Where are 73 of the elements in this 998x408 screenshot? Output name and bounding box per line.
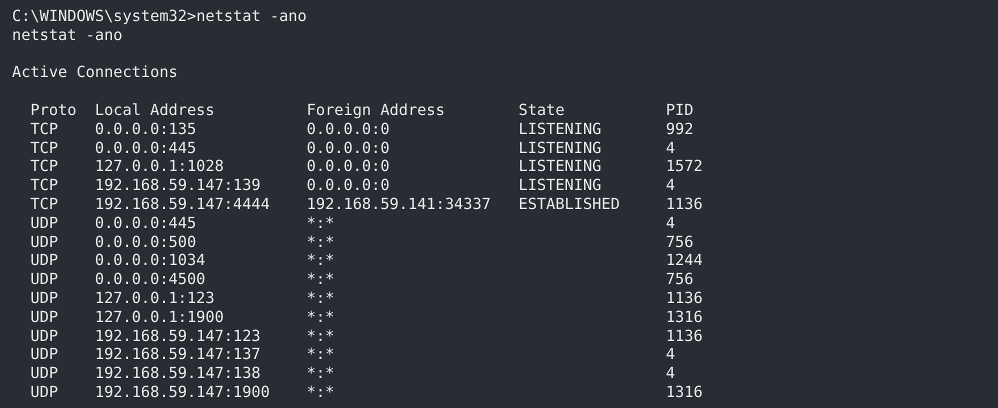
table-cell: UDP <box>30 232 58 252</box>
table-cell: *:* <box>306 214 334 233</box>
table-cell: 0.0.0.0:0 <box>306 120 390 139</box>
table-cell: 192.168.59.147:4444 <box>94 194 270 214</box>
table-cell: *:* <box>306 270 334 289</box>
table-cell: 1136 <box>666 194 703 214</box>
table-cell: TCP <box>30 138 58 158</box>
table-cell: TCP <box>30 157 58 176</box>
table-cell: UDP <box>30 308 58 327</box>
table-cell: UDP <box>30 326 58 346</box>
table-cell: LISTENING <box>518 176 602 195</box>
column-header: Local Address <box>94 100 215 120</box>
table-cell: 0.0.0.0:0 <box>306 176 390 195</box>
table-cell: 1572 <box>666 157 703 176</box>
table-cell: 0.0.0.0:445 <box>94 214 196 233</box>
table-cell: 0.0.0.0:0 <box>306 157 390 176</box>
column-header: Proto <box>30 100 76 120</box>
column-header: Foreign Address <box>306 100 445 120</box>
table-cell: ESTABLISHED <box>518 194 620 214</box>
table-cell: 0.0.0.0:4500 <box>94 270 206 289</box>
table-cell: *:* <box>306 232 334 252</box>
table-cell: UDP <box>30 251 58 270</box>
table-cell: 0.0.0.0:445 <box>94 138 196 158</box>
table-cell: *:* <box>306 364 334 383</box>
table-cell: 992 <box>666 120 694 139</box>
table-cell: 4 <box>666 345 676 364</box>
table-cell: 127.0.0.1:1900 <box>94 308 224 327</box>
table-cell: 1316 <box>666 382 703 402</box>
table-cell: *:* <box>306 326 334 346</box>
table-cell: UDP <box>30 270 58 289</box>
table-cell: 127.0.0.1:123 <box>94 288 215 308</box>
table-cell: 0.0.0.0:135 <box>94 120 196 139</box>
table-cell: UDP <box>30 345 58 364</box>
table-cell: 192.168.59.141:34337 <box>306 194 491 214</box>
table-cell: *:* <box>306 251 334 270</box>
table-cell: 4 <box>666 364 676 383</box>
table-cell: 192.168.59.147:138 <box>94 364 261 383</box>
terminal-line: C:\WINDOWS\system32>netstat -ano <box>12 7 307 26</box>
table-cell: *:* <box>306 382 334 402</box>
table-cell: TCP <box>30 194 58 214</box>
table-cell: 756 <box>666 232 694 252</box>
table-cell: 192.168.59.147:123 <box>94 326 261 346</box>
table-cell: *:* <box>306 288 334 308</box>
table-cell: UDP <box>30 288 58 308</box>
table-cell: 756 <box>666 270 694 289</box>
table-cell: TCP <box>30 120 58 139</box>
table-cell: 4 <box>666 176 676 195</box>
table-cell: 1316 <box>666 308 703 327</box>
table-cell: UDP <box>30 214 58 233</box>
table-cell: UDP <box>30 382 58 402</box>
terminal-line: netstat -ano <box>12 26 123 45</box>
column-header: PID <box>666 100 694 120</box>
table-cell: TCP <box>30 176 58 195</box>
table-cell: 192.168.59.147:137 <box>94 345 261 364</box>
table-cell: 1136 <box>666 288 703 308</box>
table-cell: 0.0.0.0:1034 <box>94 251 206 270</box>
table-cell: 1136 <box>666 326 703 346</box>
table-cell: 0.0.0.0:0 <box>306 138 390 158</box>
table-cell: 192.168.59.147:139 <box>94 176 261 195</box>
table-cell: *:* <box>306 308 334 327</box>
table-cell: 127.0.0.1:1028 <box>94 157 224 176</box>
column-header: State <box>518 100 565 120</box>
table-cell: *:* <box>306 345 334 364</box>
terminal-line: Active Connections <box>12 63 178 82</box>
table-cell: 4 <box>666 138 676 158</box>
table-cell: 192.168.59.147:1900 <box>94 382 270 402</box>
table-cell: LISTENING <box>518 138 602 158</box>
table-cell: UDP <box>30 364 58 383</box>
table-cell: 0.0.0.0:500 <box>94 232 196 252</box>
table-cell: LISTENING <box>518 120 602 139</box>
table-cell: LISTENING <box>518 157 602 176</box>
table-cell: 1244 <box>666 251 703 270</box>
table-cell: 4 <box>666 214 676 233</box>
